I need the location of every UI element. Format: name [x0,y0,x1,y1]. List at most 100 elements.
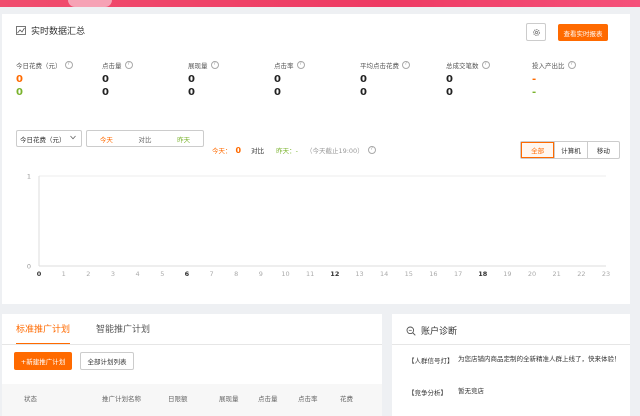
metric-block: 点击率? 0 0 [274,60,360,98]
x-tick-label: 4 [136,270,140,276]
question-circle-icon[interactable]: ? [124,61,133,69]
question-circle-icon[interactable]: ? [210,61,219,69]
page-title: 实时数据汇总 [31,27,86,37]
all-plans-list-button[interactable]: 全部计划列表 [80,352,134,370]
realtime-line-chart: 100 1 2 3 4 5 6 7 8 9 10 11 12 13 14 15 16 17 18 19 20 21 22 23 [27,173,610,277]
metric-label: 点击率? [274,60,360,70]
metrics-row: 今日花费（元）? 0 0 点击量? 0 0 展现量? 0 0 点击率? 0 0 平均点击花费? 0 0 总成交… [2,60,630,110]
device-tab-all[interactable]: 全部 [521,142,555,158]
question-circle-icon[interactable]: ? [567,61,576,69]
x-tick-label: 23 [602,270,610,276]
plan-tabs: 标准推广计划 智能推广计划 [16,322,150,345]
x-tick-label: 5 [160,270,164,276]
diagnosis-key: 【人群信号灯】 [408,357,454,365]
column-status: 状态 [24,395,37,403]
x-tick-label: 0 [37,270,42,276]
column-impressions: 展现量 [219,395,239,403]
metric-label: 总成交笔数? [446,60,532,70]
today-value: 0 [235,145,242,155]
chevron-down-icon [70,135,76,140]
metric-select-value: 今日花费（元） [20,135,66,144]
view-realtime-report-button[interactable]: 查看实时报表 [558,24,608,41]
metric-label-text: 点击量 [102,62,122,70]
x-tick-label: 10 [281,270,289,276]
x-tick-label: 16 [429,270,437,276]
metric-yesterday-value: 0 [360,87,367,98]
plans-table-header: 状态 推广计划名称 日限额 展现量 点击量 点击率 花费 [2,384,382,416]
column-daily-limit: 日限额 [168,395,188,403]
x-tick-label: 18 [478,270,488,276]
metric-yesterday-value: 0 [274,87,281,98]
y-tick-label: 1 [27,173,31,181]
settings-button[interactable] [526,23,546,41]
device-tabs: 全部 计算机 移动 [520,141,620,159]
x-tick-label: 14 [380,270,388,276]
diagnosis-value: 暂无竞店 [458,387,484,395]
question-circle-icon[interactable]: ? [402,61,410,69]
question-circle-icon[interactable]: ? [367,146,376,154]
metric-block: 展现量? 0 0 [188,60,274,98]
metric-yesterday-value: 0 [188,87,195,98]
tab-standard-plan[interactable]: 标准推广计划 [16,322,71,345]
segment-yesterday[interactable]: 昨天 [164,134,203,144]
x-tick-label: 22 [577,270,585,276]
metric-select[interactable]: 今日花费（元） [16,130,82,147]
compare-toggle[interactable]: 今天 对比 昨天 [86,130,204,147]
top-banner [0,0,640,7]
line-chart-icon [16,26,26,35]
column-spend: 花费 [340,395,353,403]
diagnosis-row-crowd: 【人群信号灯】 为您店铺内商品定制的全新精准人群上线了，快来体验！ [408,355,621,365]
compare-summary: 今天： 0 对比 昨天：- （今天截止19:00） ? [212,145,376,155]
metric-today-value: 0 [16,74,23,85]
diagnosis-value[interactable]: 为您店铺内商品定制的全新精准人群上线了，快来体验！ [458,355,628,364]
tabs-divider [2,344,382,345]
metric-label-text: 点击率 [274,62,294,70]
diagnosis-divider [392,344,630,345]
promotion-plans-card: 标准推广计划 智能推广计划 +新建推广计划 全部计划列表 状态 推广计划名称 日… [2,314,382,416]
tab-smart-plan[interactable]: 智能推广计划 [96,322,150,345]
segment-today[interactable]: 今天 [87,134,126,144]
metric-block: 平均点击花费? 0 0 [360,60,446,98]
yesterday-label: 昨天：- [276,147,298,155]
device-tab-pc[interactable]: 计算机 [554,142,586,158]
metric-block: 点击量? 0 0 [102,60,188,98]
column-ctr: 点击率 [298,395,318,403]
x-tick-label: 8 [234,270,238,276]
metric-today-value: - [532,74,537,85]
x-tick-label: 17 [454,270,462,276]
banner-decoration [68,0,112,7]
diagnosis-key: 【竞争分析】 [408,389,447,397]
x-tick-label: 1 [62,270,66,276]
y-tick-label: 0 [27,263,31,271]
x-tick-label: 20 [528,270,536,276]
realtime-summary-card: 实时数据汇总 查看实时报表 今日花费（元）? 0 0 点击量? 0 0 展现量? 0 0 点击率?… [2,14,630,304]
cutoff-note: （今天截止19:00） [305,147,364,155]
x-tick-label: 9 [259,270,263,276]
metric-today-value: 0 [188,74,195,85]
device-tab-mobile[interactable]: 移动 [586,142,619,158]
metric-label-text: 总成交笔数 [446,62,479,70]
x-tick-label: 6 [185,270,190,276]
x-tick-label: 21 [553,270,561,276]
x-tick-label: 15 [405,270,413,276]
question-circle-icon[interactable]: ? [481,61,490,69]
metric-today-value: 0 [360,74,367,85]
segment-vs: 对比 [138,135,152,144]
metric-block: 今日花费（元）? 0 0 [16,60,102,98]
card-header: 实时数据汇总 [16,24,85,37]
metric-label: 投入产出比? [532,60,618,70]
x-tick-label: 12 [330,270,339,276]
metric-label: 平均点击花费? [360,60,446,70]
new-plan-button[interactable]: +新建推广计划 [14,352,72,370]
account-diagnosis-card: 账户诊断 【人群信号灯】 为您店铺内商品定制的全新精准人群上线了，快来体验！ 【… [392,314,630,416]
metric-today-value: 0 [446,74,453,85]
x-tick-label: 13 [355,270,363,276]
metric-yesterday-value: 0 [446,87,453,98]
question-circle-icon[interactable]: ? [296,61,305,69]
question-circle-icon[interactable]: ? [64,61,73,69]
metric-label-text: 平均点击花费 [360,62,399,70]
column-clicks: 点击量 [258,395,278,403]
metric-label-text: 今日花费（元） [16,62,62,70]
diagnosis-title: 账户诊断 [421,327,458,337]
x-tick-label: 19 [503,270,511,276]
